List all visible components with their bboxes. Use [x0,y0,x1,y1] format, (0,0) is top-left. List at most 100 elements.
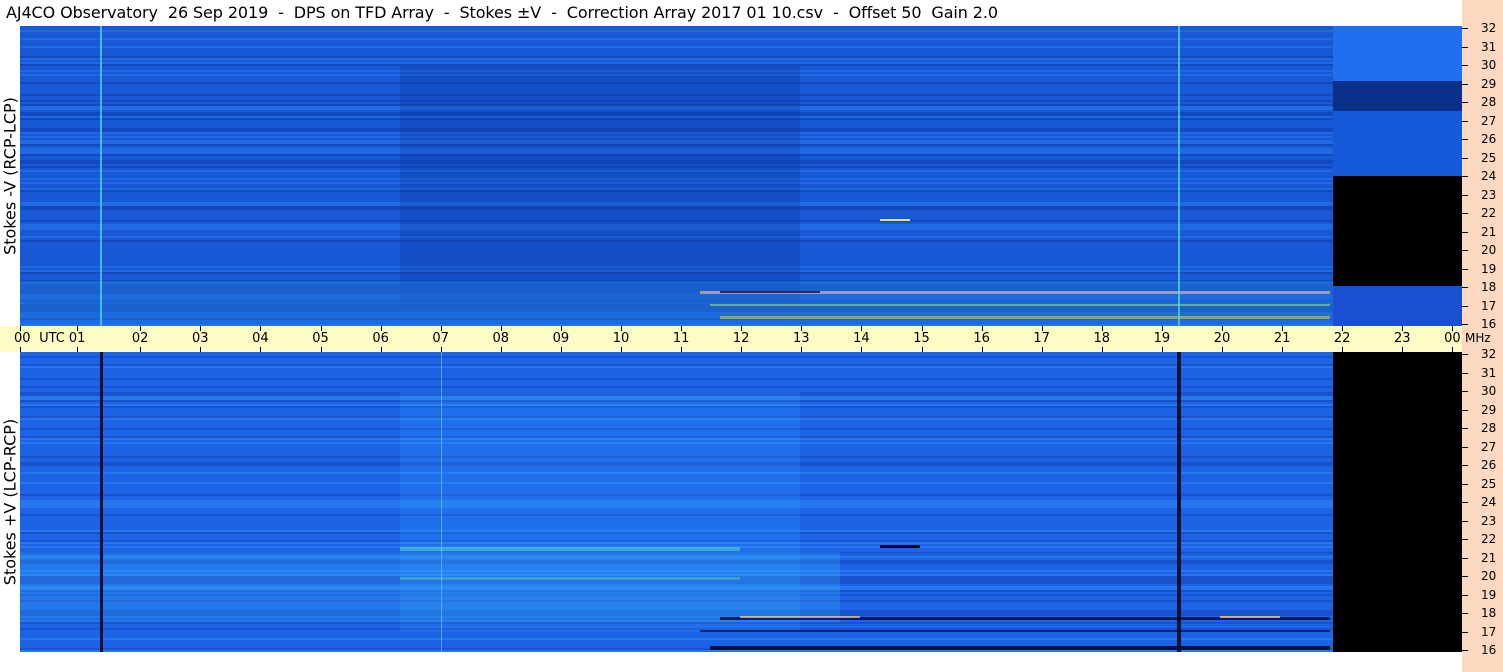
top-freq-tick [1462,139,1468,140]
top-frequency-axis: 32 31 30 29 28 27 26 25 24 23 22 21 20 19 18 17 16 [1462,21,1503,331]
top-freq-label-28: 28 [1481,95,1497,109]
spectrogram-band [700,630,1330,632]
top-freq-tick [1462,213,1468,214]
bottom-freq-label-27: 27 [1481,440,1497,454]
time-label-0: 00 [14,331,31,346]
top-freq-label-29: 29 [1481,77,1497,91]
top-freq-tick [1462,232,1468,233]
top-freq-tick [1462,306,1468,307]
bottom-freq-tick [1462,410,1468,411]
time-tick [260,326,261,331]
bottom-freq-tick [1462,650,1468,651]
window-title: AJ4CO Observatory 26 Sep 2019 - DPS on T… [6,3,998,22]
top-freq-label-17: 17 [1481,299,1497,313]
spectrogram-band [880,545,920,548]
spectrogram-band [720,316,1330,319]
top-freq-tick [1462,269,1468,270]
top-panel-label-area: Stokes -V (RCP-LCP) [0,26,20,326]
bottom-freq-label-26: 26 [1481,458,1497,472]
time-tick [20,326,21,331]
top-freq-tick [1462,176,1468,177]
spectrogram-band [1333,176,1462,286]
spectrogram-band [400,66,800,306]
bottom-freq-tick [1462,484,1468,485]
spectrogram-band [20,64,1333,66]
top-freq-tick [1462,102,1468,103]
bottom-freq-tick [1462,428,1468,429]
bottom-freq-tick [1462,521,1468,522]
spectrogram-band [20,281,1333,326]
spectrogram-band [441,352,442,652]
spectrogram-band [20,386,1333,388]
spectrogram-band [100,352,103,652]
bottom-panel-label-area: Stokes +V (LCP-RCP) [0,352,20,652]
top-freq-label-31: 31 [1481,40,1497,54]
bottom-freq-tick [1462,632,1468,633]
top-freq-tick [1462,84,1468,85]
time-tick [77,326,78,331]
time-label-18: 17 [1033,331,1050,346]
time-tick [1342,326,1343,331]
spectrogram-band [20,366,1333,368]
spectrogram-band [710,646,1330,650]
bottom-freq-label-24: 24 [1481,495,1497,509]
time-label-1: UTC [39,331,65,346]
time-label-20: 19 [1153,331,1171,346]
top-freq-label-21: 21 [1481,225,1497,239]
spectrogram-band [20,46,1333,48]
time-tick [1452,326,1453,331]
top-freq-tick [1462,47,1468,48]
spectrogram-band [20,638,1333,640]
time-label-5: 04 [252,331,269,346]
time-tick [681,326,682,331]
spectrogram-band [1333,81,1462,111]
time-tick [621,326,622,331]
bottom-freq-tick [1462,465,1468,466]
time-label-7: 06 [372,331,389,346]
top-freq-tick [1462,28,1468,29]
spectrogram-band [710,304,1330,306]
time-tick [922,326,923,331]
bottom-freq-label-17: 17 [1481,625,1497,639]
bottom-freq-label-18: 18 [1481,606,1497,620]
top-freq-label-27: 27 [1481,114,1497,128]
spectrogram-band [1220,616,1280,618]
time-tick [1162,326,1163,331]
top-freq-tick [1462,250,1468,251]
bottom-freq-label-21: 21 [1481,551,1497,565]
top-freq-label-30: 30 [1481,58,1497,72]
bottom-freq-label-19: 19 [1481,588,1497,602]
time-label-22: 21 [1273,331,1291,346]
time-label-9: 08 [492,331,510,346]
spectrogram-band [20,38,1333,40]
time-label-8: 07 [432,331,449,346]
time-label-21: 20 [1213,331,1231,346]
time-tick [982,326,983,331]
bottom-freq-label-22: 22 [1481,532,1497,546]
top-freq-label-19: 19 [1481,262,1497,276]
time-tick [1282,326,1283,331]
time-tick [441,326,442,331]
top-freq-label-20: 20 [1481,243,1497,257]
time-label-16: 15 [913,331,930,346]
time-tick [1042,326,1043,331]
spectrogram-band [400,577,740,580]
time-label-12: 11 [672,331,690,346]
time-tick [200,326,201,331]
time-label-2: 01 [68,331,86,346]
bottom-freq-label-29: 29 [1481,403,1497,417]
time-tick [861,326,862,331]
top-freq-label-23: 23 [1481,188,1497,202]
spectrogram-band [720,291,820,293]
time-label-24: 23 [1394,331,1411,346]
top-freq-label-16: 16 [1481,317,1497,331]
spectrogram-band [20,30,1333,32]
bottom-freq-label-30: 30 [1481,384,1497,398]
top-freq-tick [1462,324,1468,325]
bottom-freq-tick [1462,595,1468,596]
spectrogram-band [20,650,1333,652]
spectrogram-band [1333,111,1462,176]
time-tick [381,326,382,331]
spectrogram-band [20,378,1333,380]
time-label-11: 10 [612,331,630,346]
